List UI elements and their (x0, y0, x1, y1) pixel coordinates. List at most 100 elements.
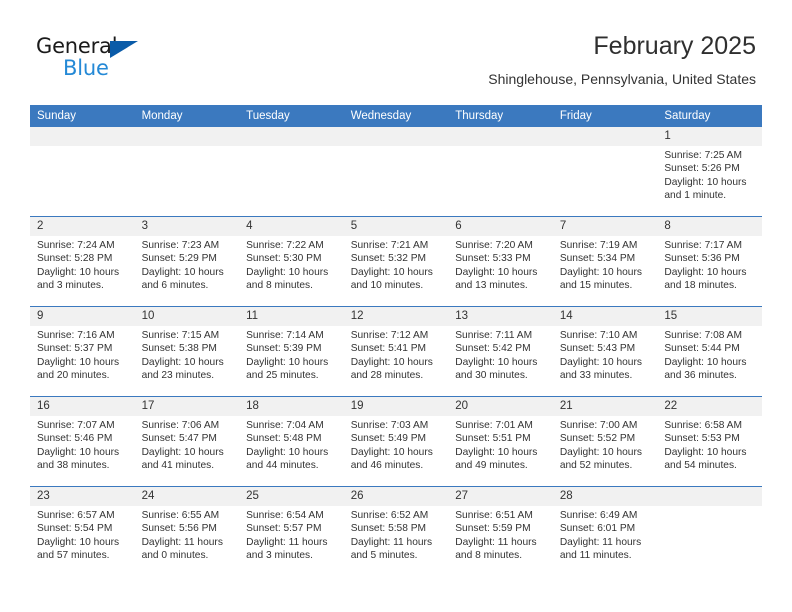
sunset-text: Sunset: 5:48 PM (246, 433, 322, 445)
sunrise-text: Sunrise: 7:15 AM (141, 330, 220, 341)
calendar-day-cell[interactable]: 4 Sunrise: 7:22 AM Sunset: 5:30 PM Daylight… (239, 216, 344, 307)
sunset-text: Sunset: 5:42 PM (455, 343, 531, 355)
calendar-day-cell[interactable]: 15 Sunrise: 7:08 AM Sunset: 5:44 PM Dayligh… (657, 306, 762, 397)
calendar-day-cell[interactable]: 28 Sunrise: 6:49 AM Sunset: 6:01 PM Dayligh… (552, 486, 658, 576)
calendar-day-cell[interactable]: 3 Sunrise: 7:23 AM Sunset: 5:29 PM Daylight… (134, 216, 240, 307)
calendar-day-cell[interactable]: 2 Sunrise: 7:24 AM Sunset: 5:28 PM Daylight… (30, 216, 135, 307)
day-info: Sunrise: 7:04 AM Sunset: 5:48 PM Daylight:… (239, 416, 344, 472)
day-cell-inner: 13 Sunrise: 7:11 AM Sunset: 5:42 PM Dayligh… (448, 307, 553, 396)
sunset-text: Sunset: 5:58 PM (350, 523, 427, 535)
day-number: 4 (239, 217, 344, 236)
daylight-text: Daylight: 10 hours and 6 minutes. (141, 266, 224, 291)
calendar-day-cell[interactable]: 25 Sunrise: 6:54 AM Sunset: 5:57 PM Dayligh… (239, 486, 344, 576)
calendar-day-cell[interactable]: 19 Sunrise: 7:03 AM Sunset: 5:49 PM Dayligh… (343, 396, 449, 487)
logo-text-general: General (36, 34, 118, 58)
calendar-day-cell[interactable]: 6 Sunrise: 7:20 AM Sunset: 5:33 PM Daylight… (448, 216, 553, 307)
calendar-day-cell[interactable]: 18 Sunrise: 7:04 AM Sunset: 5:48 PM Dayligh… (239, 396, 344, 487)
day-info: Sunrise: 7:08 AM Sunset: 5:44 PM Daylight:… (657, 326, 762, 382)
day-cell-inner (239, 127, 344, 216)
sunset-text: Sunset: 5:30 PM (246, 253, 322, 265)
calendar-day-cell-empty (134, 127, 240, 217)
weekday-header-saturday: Saturday (657, 105, 762, 127)
day-info: Sunrise: 7:14 AM Sunset: 5:39 PM Daylight:… (239, 326, 344, 382)
day-number: 10 (134, 307, 240, 326)
daylight-text: Daylight: 10 hours and 8 minutes. (246, 266, 329, 291)
day-cell-inner (448, 127, 553, 216)
day-info: Sunrise: 7:01 AM Sunset: 5:51 PM Daylight:… (448, 416, 553, 472)
daylight-text: Daylight: 11 hours and 3 minutes. (246, 536, 328, 561)
day-info: Sunrise: 7:06 AM Sunset: 5:47 PM Daylight:… (135, 416, 240, 472)
calendar-day-cell[interactable]: 17 Sunrise: 7:06 AM Sunset: 5:47 PM Dayligh… (134, 396, 240, 487)
calendar-day-cell[interactable]: 22 Sunrise: 6:58 AM Sunset: 5:53 PM Dayligh… (657, 396, 762, 487)
sunrise-text: Sunrise: 6:57 AM (37, 510, 115, 521)
sunrise-text: Sunrise: 7:16 AM (37, 330, 115, 341)
sunrise-text: Sunrise: 6:55 AM (141, 510, 220, 521)
daylight-text: Daylight: 10 hours and 20 minutes. (37, 356, 120, 381)
sunset-text: Sunset: 5:51 PM (455, 433, 531, 445)
day-number: 15 (657, 307, 762, 326)
day-info: Sunrise: 6:49 AM Sunset: 6:01 PM Daylight:… (553, 506, 658, 562)
general-blue-logo[interactable]: General Blue (36, 36, 166, 84)
calendar-day-cell[interactable]: 5 Sunrise: 7:21 AM Sunset: 5:32 PM Daylight… (343, 216, 449, 307)
sunrise-text: Sunrise: 7:10 AM (559, 330, 638, 341)
day-info: Sunrise: 7:23 AM Sunset: 5:29 PM Daylight:… (135, 236, 240, 292)
sunset-text: Sunset: 5:37 PM (37, 343, 113, 355)
day-cell-inner: 8 Sunrise: 7:17 AM Sunset: 5:36 PM Daylight… (657, 217, 762, 306)
calendar-day-cell[interactable]: 23 Sunrise: 6:57 AM Sunset: 5:54 PM Dayligh… (30, 486, 135, 576)
day-cell-inner: 5 Sunrise: 7:21 AM Sunset: 5:32 PM Daylight… (343, 217, 449, 306)
day-cell-inner: 23 Sunrise: 6:57 AM Sunset: 5:54 PM Dayligh… (30, 487, 135, 576)
day-cell-inner: 18 Sunrise: 7:04 AM Sunset: 5:48 PM Dayligh… (239, 397, 344, 486)
calendar-body: 1 Sunrise: 7:25 AM Sunset: 5:26 PM Daylight… (30, 127, 762, 576)
daylight-text: Daylight: 10 hours and 30 minutes. (455, 356, 538, 381)
day-number: 23 (30, 487, 135, 506)
sunrise-text: Sunrise: 7:24 AM (37, 240, 115, 251)
calendar-day-cell[interactable]: 27 Sunrise: 6:51 AM Sunset: 5:59 PM Dayligh… (448, 486, 553, 576)
day-number: 2 (30, 217, 135, 236)
calendar-day-cell[interactable]: 16 Sunrise: 7:07 AM Sunset: 5:46 PM Dayligh… (30, 396, 135, 487)
calendar-week-row: 2 Sunrise: 7:24 AM Sunset: 5:28 PM Daylight… (30, 216, 762, 307)
sunset-text: Sunset: 5:36 PM (664, 253, 740, 265)
day-info: Sunrise: 6:57 AM Sunset: 5:54 PM Daylight:… (30, 506, 135, 562)
day-number: 28 (552, 487, 658, 506)
day-info: Sunrise: 7:20 AM Sunset: 5:33 PM Daylight:… (448, 236, 553, 292)
daylight-text: Daylight: 10 hours and 36 minutes. (664, 356, 747, 381)
day-cell-inner: 9 Sunrise: 7:16 AM Sunset: 5:37 PM Daylight… (30, 307, 135, 396)
daylight-text: Daylight: 10 hours and 38 minutes. (37, 446, 120, 471)
day-info: Sunrise: 6:58 AM Sunset: 5:53 PM Daylight:… (657, 416, 762, 472)
calendar-day-cell[interactable]: 13 Sunrise: 7:11 AM Sunset: 5:42 PM Dayligh… (448, 306, 553, 397)
calendar-day-cell[interactable]: 9 Sunrise: 7:16 AM Sunset: 5:37 PM Daylight… (30, 306, 135, 397)
day-number: 9 (30, 307, 135, 326)
page-title: February 2025 (593, 32, 756, 60)
weekday-header-row: Sunday Monday Tuesday Wednesday Thursday… (30, 105, 762, 127)
day-cell-inner: 26 Sunrise: 6:52 AM Sunset: 5:58 PM Dayligh… (343, 487, 449, 576)
sunrise-text: Sunrise: 7:19 AM (559, 240, 638, 251)
calendar-day-cell[interactable]: 21 Sunrise: 7:00 AM Sunset: 5:52 PM Dayligh… (552, 396, 658, 487)
sunset-text: Sunset: 5:59 PM (455, 523, 531, 535)
calendar-day-cell[interactable]: 11 Sunrise: 7:14 AM Sunset: 5:39 PM Dayligh… (239, 306, 344, 397)
daylight-text: Daylight: 10 hours and 1 minute. (664, 176, 747, 201)
calendar-day-cell-empty (552, 127, 658, 217)
day-number: 18 (239, 397, 344, 416)
calendar-day-cell[interactable]: 24 Sunrise: 6:55 AM Sunset: 5:56 PM Dayligh… (134, 486, 240, 576)
sunrise-text: Sunrise: 7:21 AM (350, 240, 429, 251)
calendar-day-cell[interactable]: 26 Sunrise: 6:52 AM Sunset: 5:58 PM Dayligh… (343, 486, 449, 576)
sunset-text: Sunset: 5:49 PM (350, 433, 427, 445)
calendar-day-cell[interactable]: 20 Sunrise: 7:01 AM Sunset: 5:51 PM Dayligh… (448, 396, 553, 487)
sunset-text: Sunset: 5:26 PM (664, 163, 740, 175)
day-info: Sunrise: 7:24 AM Sunset: 5:28 PM Daylight:… (30, 236, 135, 292)
daylight-text: Daylight: 10 hours and 54 minutes. (664, 446, 747, 471)
sunrise-text: Sunrise: 7:04 AM (246, 420, 324, 431)
daylight-text: Daylight: 10 hours and 46 minutes. (350, 446, 433, 471)
day-number: 22 (657, 397, 762, 416)
day-number: 6 (448, 217, 553, 236)
page-subtitle: Shinglehouse, Pennsylvania, United State… (488, 70, 756, 87)
day-cell-inner: 11 Sunrise: 7:14 AM Sunset: 5:39 PM Dayligh… (239, 307, 344, 396)
calendar-day-cell[interactable]: 14 Sunrise: 7:10 AM Sunset: 5:43 PM Dayligh… (552, 306, 658, 397)
calendar-day-cell[interactable]: 7 Sunrise: 7:19 AM Sunset: 5:34 PM Daylight… (552, 216, 658, 307)
calendar-day-cell[interactable]: 8 Sunrise: 7:17 AM Sunset: 5:36 PM Daylight… (657, 216, 762, 307)
sunset-text: Sunset: 5:43 PM (559, 343, 636, 355)
calendar-day-cell[interactable]: 1 Sunrise: 7:25 AM Sunset: 5:26 PM Daylight… (657, 127, 762, 217)
calendar-day-cell[interactable]: 10 Sunrise: 7:15 AM Sunset: 5:38 PM Dayligh… (134, 306, 240, 397)
day-cell-inner: 22 Sunrise: 6:58 AM Sunset: 5:53 PM Dayligh… (657, 397, 762, 486)
calendar-day-cell[interactable]: 12 Sunrise: 7:12 AM Sunset: 5:41 PM Dayligh… (343, 306, 449, 397)
